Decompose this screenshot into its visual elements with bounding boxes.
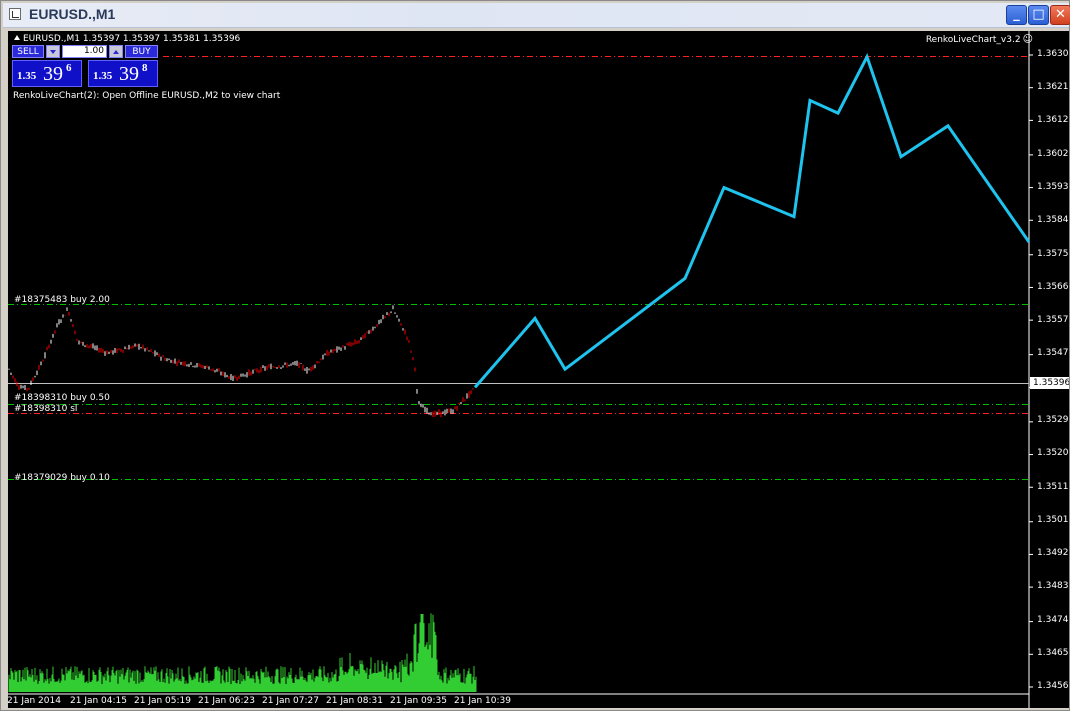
current-price-marker: 1.35396 <box>1030 377 1069 389</box>
price-axis-label: 1.35110 <box>1037 482 1069 492</box>
window-title: EURUSD.,M1 <box>29 6 116 22</box>
time-axis-label: 21 Jan 10:39 <box>454 696 511 706</box>
smiley-icon: ☺ <box>1022 34 1033 45</box>
volume-input[interactable]: 1.00 <box>62 45 107 58</box>
buy-price-point: 8 <box>142 62 148 74</box>
buy-button[interactable]: BUY <box>125 45 158 58</box>
price-axis-label: 1.35660 <box>1037 282 1069 292</box>
time-axis-label: 21 Jan 08:31 <box>326 696 383 706</box>
indicator-name-text: RenkoLiveChart_v3.2 <box>925 35 1021 45</box>
price-axis-label: 1.34925 <box>1037 548 1069 558</box>
price-axis-label: 1.34650 <box>1037 648 1069 658</box>
order-label: #18398310 sl <box>14 404 78 414</box>
collapse-triangle-icon[interactable] <box>14 35 20 40</box>
indicator-name: RenkoLiveChart_v3.2 ☺ <box>926 34 1033 45</box>
time-axis-label: 21 Jan 09:35 <box>390 696 447 706</box>
sell-price-point: 6 <box>66 62 72 74</box>
price-axis-label: 1.35290 <box>1037 415 1069 425</box>
time-axis-label: 21 Jan 2014 <box>8 696 61 706</box>
title-bar[interactable]: EURUSD.,M1 _ □ ✕ <box>3 3 1070 28</box>
sell-price-pips: 39 <box>43 63 63 85</box>
symbol-info: EURUSD.,M1 1.35397 1.35397 1.35381 1.353… <box>14 34 240 44</box>
price-chart[interactable]: EURUSD.,M1 1.35397 1.35397 1.35381 1.353… <box>8 31 1069 708</box>
price-axis-label: 1.35200 <box>1037 448 1069 458</box>
price-axis-label: 1.35570 <box>1037 315 1069 325</box>
price-axis-label: 1.35935 <box>1037 182 1069 192</box>
sell-button[interactable]: SELL <box>12 45 44 58</box>
maximize-button[interactable]: □ <box>1028 5 1049 25</box>
buy-price-box[interactable]: 1.35 39 8 <box>88 60 158 87</box>
price-axis-label: 1.36210 <box>1037 82 1069 92</box>
time-axis-label: 21 Jan 05:19 <box>134 696 191 706</box>
volume-down-button[interactable] <box>46 45 60 58</box>
price-axis-label: 1.34740 <box>1037 615 1069 625</box>
chart-canvas <box>8 31 1033 708</box>
buy-price-prefix: 1.35 <box>93 70 113 82</box>
price-axis-label: 1.36300 <box>1037 49 1069 59</box>
close-button[interactable]: ✕ <box>1050 5 1070 25</box>
mt4-chart-window: EURUSD.,M1 _ □ ✕ EURUSD.,M1 1.35397 1.35… <box>0 0 1070 711</box>
price-axis-label: 1.35750 <box>1037 249 1069 259</box>
symbol-info-text: EURUSD.,M1 1.35397 1.35397 1.35381 1.353… <box>23 34 241 44</box>
price-axis-label: 1.35845 <box>1037 215 1069 225</box>
order-label: #18398310 buy 0.50 <box>14 393 110 403</box>
price-axis-label: 1.35015 <box>1037 515 1069 525</box>
volume-up-button[interactable] <box>109 45 123 58</box>
time-axis-label: 21 Jan 07:27 <box>262 696 319 706</box>
price-axis-label: 1.36025 <box>1037 149 1069 159</box>
price-axis-label: 1.36120 <box>1037 115 1069 125</box>
time-axis-label: 21 Jan 04:15 <box>70 696 127 706</box>
sell-price-prefix: 1.35 <box>17 70 37 82</box>
chart-window-icon <box>9 8 21 20</box>
price-axis-label: 1.34835 <box>1037 581 1069 591</box>
order-label: #18375483 buy 2.00 <box>14 295 110 305</box>
time-axis-label: 21 Jan 06:23 <box>198 696 255 706</box>
buy-price-pips: 39 <box>119 63 139 85</box>
one-click-trading-panel: SELL 1.00 BUY 1.35 39 6 1.35 39 8 <box>12 45 158 87</box>
minimize-button[interactable]: _ <box>1006 5 1027 25</box>
sell-price-box[interactable]: 1.35 39 6 <box>12 60 82 87</box>
indicator-message: RenkoLiveChart(2): Open Offline EURUSD.,… <box>13 91 281 101</box>
price-axis-label: 1.35475 <box>1037 348 1069 358</box>
order-label: #18379029 buy 0.10 <box>14 473 110 483</box>
price-axis-label: 1.34560 <box>1037 681 1069 691</box>
renko-line <box>473 52 1031 389</box>
